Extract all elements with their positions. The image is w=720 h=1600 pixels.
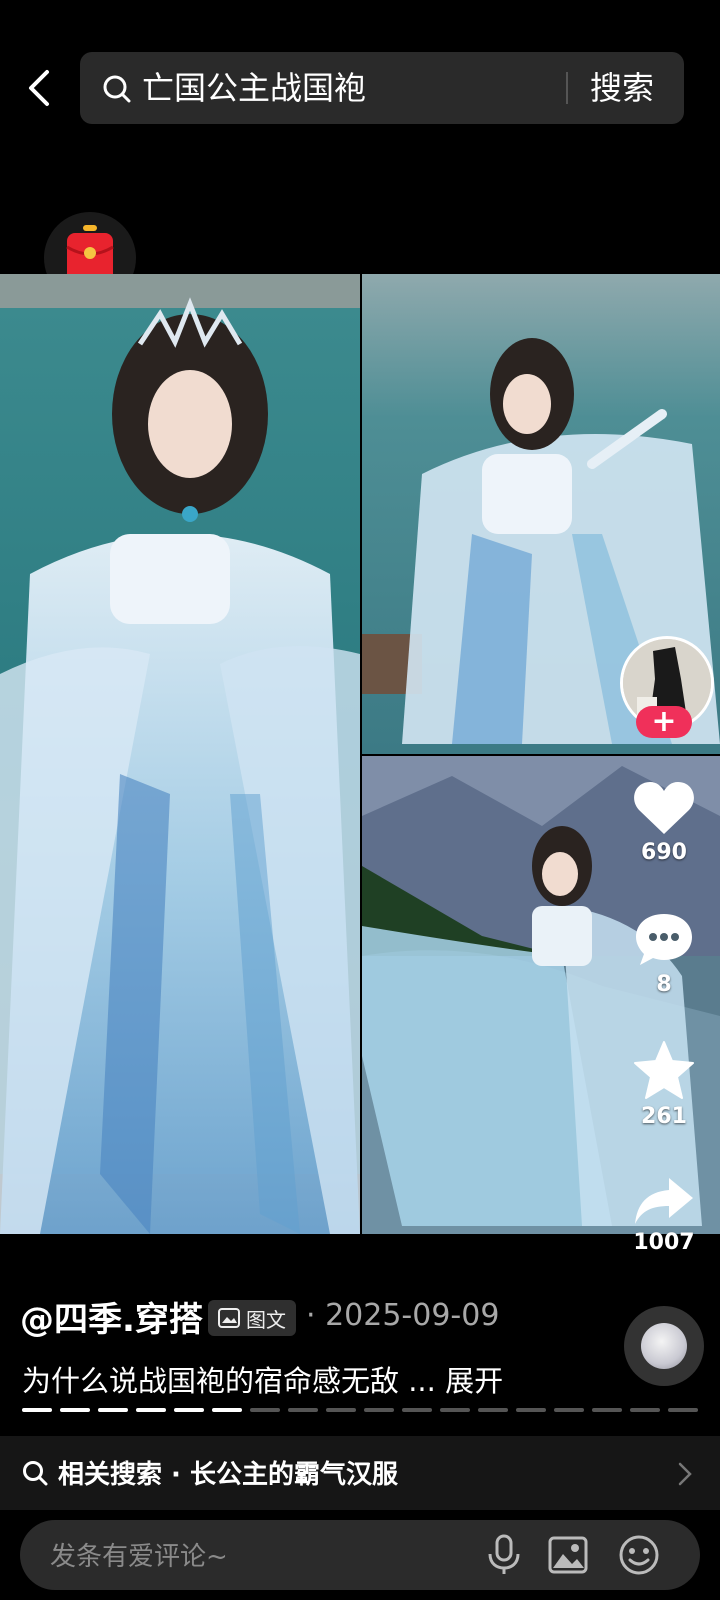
progress-segment (60, 1408, 90, 1412)
comment-icon (636, 914, 692, 965)
favorite-count: 261 (641, 1104, 687, 1129)
comment-placeholder: 发条有爱评论~ (50, 1542, 228, 1572)
related-search-text: 相关搜索 · 长公主的霸气汉服 (58, 1460, 398, 1490)
progress-segment (250, 1408, 280, 1412)
chevron-right-icon (678, 1462, 692, 1486)
progress-segment (212, 1408, 242, 1412)
search-icon (103, 75, 131, 103)
post-type-badge: 图文 (208, 1300, 296, 1336)
progress-segment (554, 1408, 584, 1412)
progress-segment (402, 1408, 432, 1412)
music-cover (641, 1323, 687, 1369)
progress-segment (288, 1408, 318, 1412)
heart-icon (634, 782, 694, 834)
image-progress-bar (22, 1408, 698, 1412)
music-disc[interactable] (624, 1306, 704, 1386)
progress-segment (326, 1408, 356, 1412)
image-text-icon (218, 1308, 240, 1328)
hanfu-portrait-image (0, 274, 360, 1234)
post-date: · 2025-09-09 (306, 1298, 500, 1333)
back-arrow-icon (29, 70, 49, 106)
search-bar[interactable]: 亡国公主战国袍 搜索 (80, 52, 684, 124)
related-search-bar[interactable]: 相关搜索 · 长公主的霸气汉服 (0, 1436, 720, 1510)
image-icon[interactable] (548, 1536, 588, 1574)
search-icon (23, 1461, 48, 1486)
like-action[interactable]: 690 (614, 780, 714, 865)
share-icon (635, 1178, 693, 1224)
progress-segment (174, 1408, 204, 1412)
comment-count: 8 (656, 972, 672, 997)
search-query[interactable]: 亡国公主战国袍 (142, 66, 366, 110)
post-image-1[interactable] (0, 274, 360, 1234)
progress-segment (516, 1408, 546, 1412)
progress-segment (478, 1408, 508, 1412)
progress-segment (364, 1408, 394, 1412)
follow-button[interactable]: + (636, 706, 692, 738)
back-button[interactable] (18, 66, 62, 110)
progress-segment (98, 1408, 128, 1412)
favorite-action[interactable]: 261 (614, 1040, 714, 1129)
share-count: 1007 (633, 1230, 695, 1255)
search-button[interactable]: 搜索 (590, 66, 654, 110)
progress-segment (630, 1408, 660, 1412)
like-count: 690 (641, 840, 687, 865)
emoji-icon[interactable] (618, 1534, 660, 1576)
post-description[interactable]: 为什么说战国袍的宿命感无敌 ... 展开 (22, 1358, 503, 1400)
mic-icon[interactable] (486, 1534, 522, 1576)
progress-segment (440, 1408, 470, 1412)
search-divider (566, 72, 568, 104)
progress-segment (592, 1408, 622, 1412)
author-name[interactable]: @四季.穿搭 (20, 1292, 203, 1341)
progress-segment (136, 1408, 166, 1412)
comment-action[interactable]: 8 (614, 912, 714, 997)
progress-segment (22, 1408, 52, 1412)
progress-segment (668, 1408, 698, 1412)
comment-input[interactable]: 发条有爱评论~ (20, 1520, 700, 1590)
share-action[interactable]: 1007 (614, 1176, 714, 1255)
post-type-label: 图文 (246, 1307, 286, 1332)
star-icon (634, 1041, 694, 1099)
